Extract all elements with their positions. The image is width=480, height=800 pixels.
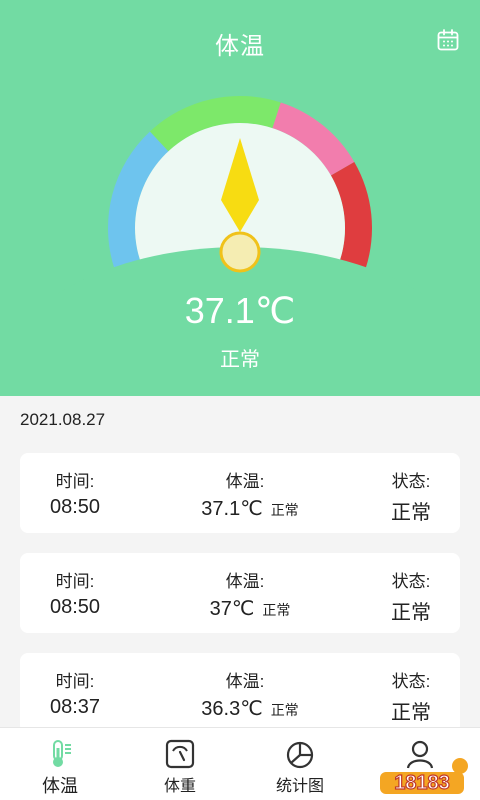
record-date: 2021.08.27	[20, 410, 106, 429]
current-status: 正常	[220, 349, 260, 371]
record-temp-group: 36.3℃ 正常	[140, 696, 360, 721]
record-card[interactable]: 时间: 体温: 状态: 08:50 37℃ 正常 正常	[20, 553, 460, 633]
record-temp-group: 37.1℃ 正常	[140, 496, 360, 521]
record-list: 时间: 体温: 状态: 08:50 37.1℃ 正常 正常 时间: 体温: 状态:…	[0, 453, 480, 727]
pie-chart-icon	[286, 741, 314, 769]
record-time: 08:50	[49, 596, 101, 618]
watermark-logo: 18183	[380, 758, 468, 795]
status-label: 状态:	[391, 572, 431, 591]
record-temp-status: 正常	[270, 702, 299, 718]
current-temperature: 37.1℃	[184, 290, 296, 331]
tab-weight[interactable]: 体重	[120, 728, 240, 800]
header-panel: 体温 37.1℃ 正常	[0, 0, 480, 396]
thermometer-icon	[53, 740, 71, 767]
temperature-gauge	[48, 96, 432, 300]
tab-temperature[interactable]: 体温	[0, 728, 120, 800]
tab-label: 统计图	[275, 778, 324, 795]
status-label: 状态:	[391, 472, 431, 491]
record-card[interactable]: 时间: 体温: 状态: 08:50 37.1℃ 正常 正常	[20, 453, 460, 533]
tab-label: 体重	[163, 778, 196, 795]
record-temp: 36.3℃	[201, 698, 263, 720]
temp-label: 体温:	[225, 472, 265, 491]
scale-icon	[165, 739, 195, 769]
gauge-hub	[219, 231, 261, 273]
time-label: 时间:	[55, 472, 95, 491]
tab-statistics[interactable]: 统计图	[240, 728, 360, 800]
record-status: 正常	[391, 602, 431, 624]
record-status: 正常	[391, 702, 431, 724]
temp-label: 体温:	[225, 672, 265, 691]
record-card[interactable]: 时间: 体温: 状态: 08:37 36.3℃ 正常 正常	[20, 653, 460, 727]
record-temp-status: 正常	[270, 502, 299, 518]
record-temp: 37℃	[209, 598, 255, 620]
watermark-text: 18183	[394, 772, 450, 794]
tab-label: 体温	[42, 776, 78, 796]
temp-label: 体温:	[225, 572, 265, 591]
time-label: 时间:	[55, 672, 95, 691]
time-label: 时间:	[55, 572, 95, 591]
record-time: 08:37	[49, 696, 101, 718]
record-temp: 37.1℃	[201, 498, 263, 520]
status-label: 状态:	[391, 672, 431, 691]
record-status: 正常	[391, 502, 431, 524]
record-time: 08:50	[49, 496, 101, 518]
record-temp-group: 37℃ 正常	[140, 596, 360, 621]
record-temp-status: 正常	[262, 602, 291, 618]
